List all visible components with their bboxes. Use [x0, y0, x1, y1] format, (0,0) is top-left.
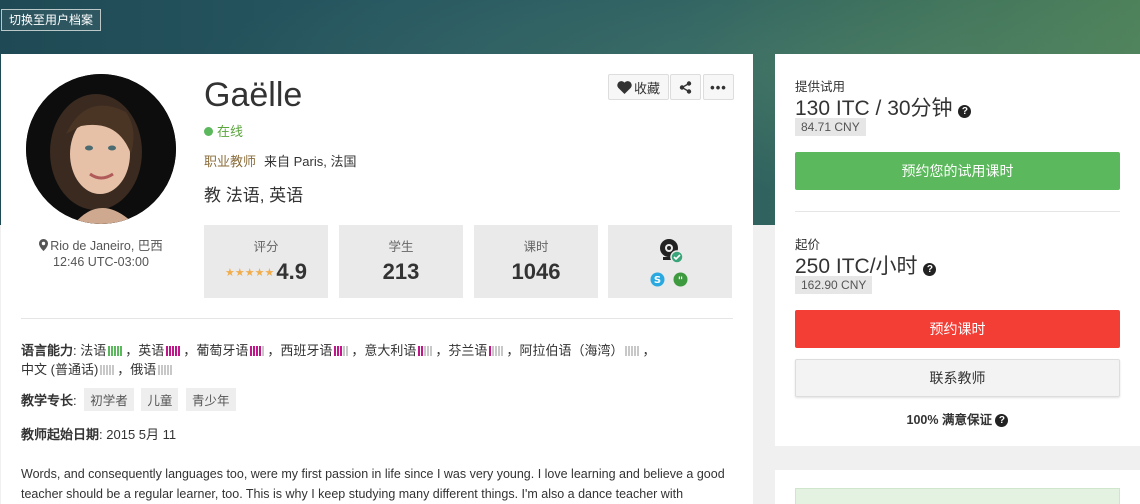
language-level-icon [489, 344, 504, 359]
switch-to-user-profile-button[interactable]: 切换至用户档案 [1, 9, 102, 31]
promo-strip [795, 488, 1120, 504]
language-separator: ， [267, 343, 281, 358]
more-options-button[interactable]: ••• [703, 74, 734, 100]
map-pin-icon [39, 239, 49, 254]
students-stat: 学生 213 [339, 225, 463, 298]
skype-icon: S [650, 272, 665, 292]
language-separator: ， [125, 343, 139, 358]
teacher-name: Gaëlle [204, 76, 303, 114]
students-value: 213 [382, 259, 420, 284]
question-icon[interactable]: ? [995, 414, 1009, 427]
favorite-button[interactable]: 收藏 [608, 74, 669, 100]
language-name: 法语 [80, 343, 107, 358]
question-icon[interactable]: ? [958, 105, 972, 118]
teacher-avatar [26, 74, 176, 224]
specialty-tag: 初学者 [84, 388, 134, 411]
language-name: 英语 [138, 343, 165, 358]
lessons-label: 课时 [523, 240, 549, 254]
teaches-languages: 教 法语, 英语 [204, 186, 304, 205]
location-text: Rio de Janeiro, 巴西 [50, 239, 163, 253]
avatar-portrait [26, 74, 176, 224]
languages-list-line1: 法语 ，英语 ，葡萄牙语 ，西班牙语 ，意大利语 ，芬兰语 ，阿拉伯语（海湾）， [80, 343, 655, 358]
share-button[interactable] [670, 74, 701, 100]
more-dots-icon: ••• [710, 79, 727, 95]
hangouts-icon: " [673, 272, 688, 292]
language-name: 葡萄牙语 [196, 343, 249, 358]
teacher-meta: 职业教师 来自 Paris, 法国 [204, 151, 356, 170]
language-separator: ， [435, 343, 449, 358]
rating-value: 4.9 [276, 259, 307, 284]
specialty-row: 教学专长: 初学者 儿童 青少年 [21, 388, 236, 411]
teacher-role: 职业教师 [204, 154, 257, 169]
language-name: 俄语 [130, 362, 157, 377]
language-name: 意大利语 [364, 343, 417, 358]
question-icon[interactable]: ? [923, 263, 937, 276]
svg-text:": " [678, 276, 683, 287]
book-trial-button[interactable]: 预约您的试用课时 [795, 152, 1120, 190]
teacher-location: Rio de Janeiro, 巴西 [1, 235, 201, 254]
language-separator: ， [642, 343, 656, 358]
language-separator: ， [351, 343, 365, 358]
specialty-tag: 青少年 [186, 388, 236, 411]
rating-value-box: ★★★★★4.9 [204, 259, 328, 285]
webcam-verified-icon [658, 238, 684, 269]
secondary-sidebar-card [775, 470, 1140, 504]
start-date-row: 教师起始日期: 2015 5月 11 [21, 427, 177, 442]
languages-list-line2: 中文 (普通话) ，俄语 [21, 362, 175, 377]
heart-icon [617, 80, 632, 94]
teacher-profile-card: Rio de Janeiro, 巴西 12:46 UTC-03:00 Gaëll… [1, 54, 753, 504]
rating-label: 评分 [253, 240, 279, 254]
trial-cny: 84.71 CNY [795, 118, 866, 136]
section-divider [21, 318, 733, 319]
specialty-label: 教学专长 [21, 393, 74, 408]
trial-price: 130 ITC / 30分钟 [795, 97, 953, 120]
language-level-icon [108, 344, 123, 359]
language-name: 中文 (普通话) [21, 362, 99, 377]
contact-teacher-button[interactable]: 联系教师 [795, 359, 1120, 397]
language-level-icon [100, 363, 115, 378]
language-level-icon [334, 344, 349, 359]
language-name: 芬兰语 [448, 343, 488, 358]
language-level-icon [158, 363, 173, 378]
language-level-icon [166, 344, 181, 359]
language-level-icon [418, 344, 433, 359]
online-status: 在线 [204, 121, 243, 140]
language-separator: ， [183, 343, 197, 358]
lessons-stat: 课时 1046 [474, 225, 598, 298]
start-date-label: 教师起始日期 [21, 427, 100, 442]
online-dot-icon [204, 127, 213, 136]
languages-row-2: 中文 (普通话) ，俄语 [21, 359, 175, 378]
language-separator: ， [117, 362, 131, 377]
specialty-tag: 儿童 [141, 388, 179, 411]
rating-stat: 评分 ★★★★★4.9 [204, 225, 328, 298]
rating-stars-icon: ★★★★★ [225, 267, 275, 279]
languages-row: 语言能力: 法语 ，英语 ，葡萄牙语 ，西班牙语 ，意大利语 ，芬兰语 ，阿拉伯语（海湾）， [21, 343, 656, 358]
language-name: 西班牙语 [280, 343, 333, 358]
share-icon [679, 80, 692, 94]
satisfaction-guarantee: 100% 满意保证 ? [775, 409, 1140, 428]
teacher-origin: 来自 Paris, 法国 [264, 154, 357, 169]
from-price: 250 ITC/小时 [795, 255, 918, 278]
verification-stat: S " [608, 225, 732, 298]
teacher-local-time: 12:46 UTC-03:00 [53, 255, 149, 269]
language-name: 阿拉伯语（海湾） [519, 343, 624, 358]
language-level-icon [250, 344, 265, 359]
lessons-value: 1046 [511, 259, 561, 284]
sidebar-divider [795, 211, 1120, 212]
language-separator: ， [506, 343, 520, 358]
from-cny: 162.90 CNY [795, 276, 873, 294]
svg-text:S: S [654, 275, 661, 286]
languages-label: 语言能力 [21, 343, 74, 358]
book-lesson-button[interactable]: 预约课时 [795, 310, 1120, 348]
booking-sidebar: 提供试用 130 ITC / 30分钟 ? 84.71 CNY 预约您的试用课时… [775, 54, 1140, 446]
start-date-value: 2015 5月 11 [106, 427, 177, 442]
guarantee-text: 100% 满意保证 [906, 413, 992, 427]
online-status-text: 在线 [217, 124, 244, 139]
students-label: 学生 [388, 240, 414, 254]
about-text: Words, and consequently languages too, w… [21, 467, 725, 501]
favorite-label: 收藏 [633, 80, 660, 96]
language-level-icon [625, 344, 640, 359]
